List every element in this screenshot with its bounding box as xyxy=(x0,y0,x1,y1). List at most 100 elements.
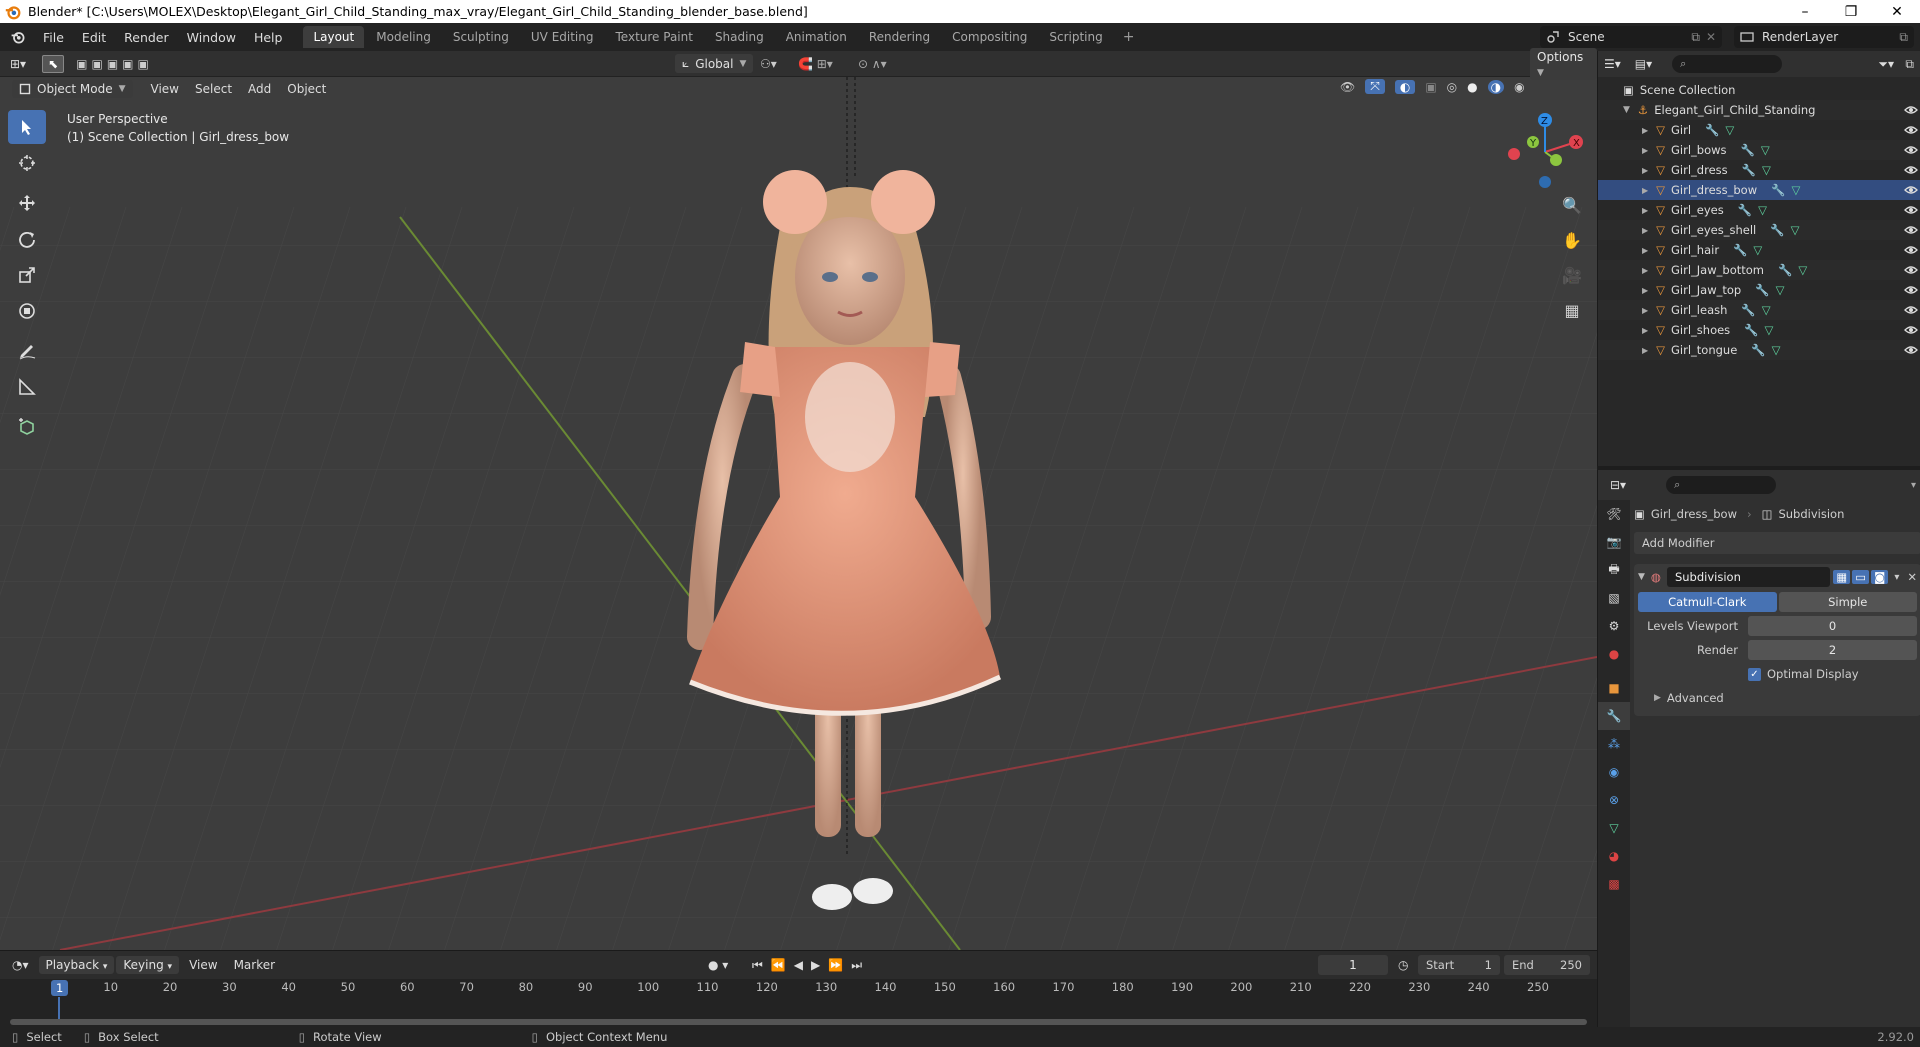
select-mode-icons[interactable]: ▣▣▣▣▣ xyxy=(76,57,153,71)
scene-selector[interactable]: Scene ⧉ ✕ xyxy=(1540,26,1722,48)
tab-layout[interactable]: Layout xyxy=(303,26,365,48)
select-box-tool[interactable] xyxy=(8,110,46,144)
eye-icon[interactable] xyxy=(1904,303,1918,317)
jump-end-icon[interactable]: ⏭ xyxy=(851,958,862,973)
expand-chevron-icon[interactable]: ▶ xyxy=(1642,126,1648,135)
timeline-ruler[interactable]: 1 10 20 30 40 50 60 70 80 90 100 110 120 130 140 150 160… xyxy=(0,979,1597,1028)
outliner-item[interactable]: ▶ ▽ Girl_eyes 🔧 ▽ xyxy=(1598,200,1920,220)
tab-texture-paint[interactable]: Texture Paint xyxy=(606,26,703,48)
clock-icon[interactable]: ◷ xyxy=(1398,958,1408,972)
display-mode-icon[interactable]: ▤▾ xyxy=(1635,57,1652,71)
collection-row[interactable]: ▼ ⚓ Elegant_Girl_Child_Standing xyxy=(1598,100,1920,120)
modifier-name-field[interactable]: Subdivision xyxy=(1666,567,1831,587)
tab-constraints[interactable]: ⊗ xyxy=(1598,786,1630,814)
overlay-toggle-icon[interactable]: ◐ xyxy=(1394,79,1416,94)
playback-dropdown[interactable]: Playback ▾ xyxy=(38,956,115,974)
editor-type-icon[interactable]: ⊞▾ xyxy=(10,57,26,71)
proportional-edit-icon[interactable]: ⊙ ∧▾ xyxy=(858,57,887,71)
expand-chevron-icon[interactable]: ▶ xyxy=(1642,166,1648,175)
menu-file[interactable]: File xyxy=(34,30,73,45)
cursor-tool[interactable] xyxy=(8,146,46,180)
eye-icon[interactable] xyxy=(1904,223,1918,237)
outliner-item[interactable]: ▶ ▽ Girl_tongue 🔧 ▽ xyxy=(1598,340,1920,360)
add-workspace-button[interactable]: + xyxy=(1115,29,1143,45)
expand-chevron-icon[interactable]: ▶ xyxy=(1642,306,1648,315)
properties-search[interactable]: ⌕ xyxy=(1666,476,1777,494)
expand-chevron-icon[interactable]: ▶ xyxy=(1642,266,1648,275)
play-reverse-icon[interactable]: ◀ xyxy=(794,958,803,973)
eye-icon[interactable] xyxy=(1904,243,1918,257)
eye-icon[interactable] xyxy=(1904,123,1918,137)
delete-modifier-icon[interactable]: ✕ xyxy=(1907,570,1917,584)
maximize-button[interactable]: ❐ xyxy=(1828,0,1874,23)
prev-keyframe-icon[interactable]: ⏪ xyxy=(771,958,786,973)
expand-chevron-icon[interactable]: ▶ xyxy=(1642,286,1648,295)
outliner-item[interactable]: ▶ ▽ Girl_leash 🔧 ▽ xyxy=(1598,300,1920,320)
outliner-item[interactable]: ▶ ▽ Girl_shoes 🔧 ▽ xyxy=(1598,320,1920,340)
tab-texture[interactable]: ▩ xyxy=(1598,870,1630,898)
timeline-editor-icon[interactable]: ◔▾ xyxy=(12,958,29,972)
scene-collection-row[interactable]: ▣ Scene Collection xyxy=(1598,80,1920,100)
material-shading-icon[interactable]: ◑ xyxy=(1487,79,1505,94)
play-icon[interactable]: ▶ xyxy=(811,958,820,973)
options-dropdown[interactable]: Options ▼ xyxy=(1530,47,1597,80)
eye-icon[interactable] xyxy=(1904,143,1918,157)
eye-icon[interactable] xyxy=(1904,163,1918,177)
advanced-subpanel[interactable]: ▶ Advanced xyxy=(1634,686,1920,710)
menu-help[interactable]: Help xyxy=(245,30,292,45)
expand-chevron-icon[interactable]: ▶ xyxy=(1642,346,1648,355)
outliner-item[interactable]: ▶ ▽ Girl_Jaw_top 🔧 ▽ xyxy=(1598,280,1920,300)
tab-material[interactable]: ◕ xyxy=(1598,842,1630,870)
tab-render[interactable]: 📷 xyxy=(1598,528,1630,556)
outliner-item[interactable]: ▶ ▽ Girl_eyes_shell 🔧 ▽ xyxy=(1598,220,1920,240)
menu-object[interactable]: Object xyxy=(279,82,334,96)
annotate-tool[interactable] xyxy=(8,334,46,368)
expand-chevron-icon[interactable]: ▶ xyxy=(1642,146,1648,155)
camera-view-button[interactable]: 🎥 xyxy=(1557,260,1587,290)
tab-compositing[interactable]: Compositing xyxy=(942,26,1037,48)
add-modifier-dropdown[interactable]: Add Modifier xyxy=(1634,532,1920,554)
tab-animation[interactable]: Animation xyxy=(776,26,857,48)
outliner-search[interactable]: ⌕ xyxy=(1672,55,1783,73)
expand-chevron-icon[interactable]: ▶ xyxy=(1642,326,1648,335)
copy-scene-icon[interactable]: ⧉ xyxy=(1691,30,1700,45)
object-mode-dropdown[interactable]: Object Mode ▼ xyxy=(12,80,133,98)
pivot-icon[interactable]: ⚇▾ xyxy=(760,57,777,71)
tab-scene[interactable]: ⚙ xyxy=(1598,612,1630,640)
tab-particles[interactable]: ⁂ xyxy=(1598,730,1630,758)
new-collection-icon[interactable]: ⧉ xyxy=(1905,57,1914,72)
menu-view[interactable]: View xyxy=(143,82,187,96)
measure-tool[interactable] xyxy=(8,370,46,404)
viewport-toggle-icon[interactable]: ▭ xyxy=(1852,570,1870,584)
optimal-display-checkbox[interactable]: ✓ xyxy=(1748,667,1761,681)
eye-icon[interactable] xyxy=(1904,103,1918,117)
close-button[interactable]: ✕ xyxy=(1874,0,1920,23)
outliner-item[interactable]: ▶ ▽ Girl_dress_bow 🔧 ▽ xyxy=(1598,180,1920,200)
pan-button[interactable]: ✋ xyxy=(1557,225,1587,255)
timeline-view-menu[interactable]: View xyxy=(189,958,217,972)
outliner-item[interactable]: ▶ ▽ Girl_dress 🔧 ▽ xyxy=(1598,160,1920,180)
start-frame-field[interactable]: Start 1 xyxy=(1418,955,1500,975)
outliner-editor-icon[interactable]: ☰▾ xyxy=(1604,57,1621,71)
timeline-marker-menu[interactable]: Marker xyxy=(234,958,275,972)
modifier-menu-chevron-icon[interactable]: ▾ xyxy=(1894,572,1899,583)
transform-orientation-dropdown[interactable]: ⟀ Global ▼ xyxy=(675,54,754,73)
wireframe-shading-icon[interactable]: ◎ xyxy=(1447,80,1457,94)
outliner-item[interactable]: ▶ ▽ Girl_hair 🔧 ▽ xyxy=(1598,240,1920,260)
copy-view-layer-icon[interactable]: ⧉ xyxy=(1899,30,1908,45)
tab-sculpting[interactable]: Sculpting xyxy=(443,26,519,48)
eye-icon[interactable] xyxy=(1904,203,1918,217)
tab-data[interactable]: ▽ xyxy=(1598,814,1630,842)
ortho-toggle-button[interactable]: ▦ xyxy=(1557,295,1587,325)
move-tool[interactable] xyxy=(8,186,46,220)
tab-modifiers[interactable]: 🔧 xyxy=(1598,702,1630,730)
menu-window[interactable]: Window xyxy=(178,30,245,45)
tab-view-layer[interactable]: ▧ xyxy=(1598,584,1630,612)
navigation-gizmo[interactable]: X Y Z xyxy=(1500,112,1590,192)
add-cube-tool[interactable] xyxy=(8,410,46,444)
eye-icon[interactable] xyxy=(1904,343,1918,357)
tab-uv-editing[interactable]: UV Editing xyxy=(521,26,604,48)
keying-dropdown[interactable]: Keying ▾ xyxy=(116,956,180,974)
expand-chevron-icon[interactable]: ▶ xyxy=(1642,226,1648,235)
outliner-item[interactable]: ▶ ▽ Girl_Jaw_bottom 🔧 ▽ xyxy=(1598,260,1920,280)
